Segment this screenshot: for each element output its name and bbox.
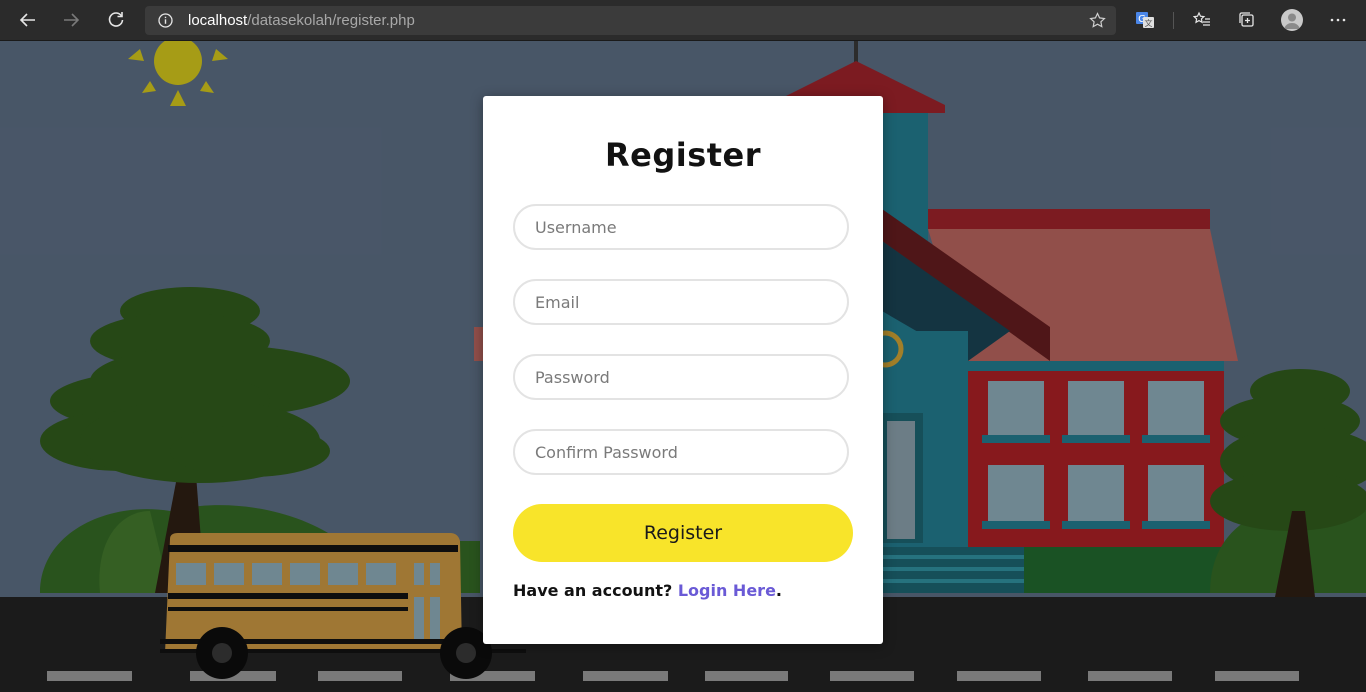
more-icon[interactable]	[1324, 6, 1352, 34]
login-prompt-text: Have an account?	[513, 581, 678, 600]
svg-text:文: 文	[1145, 18, 1153, 28]
email-input[interactable]	[513, 279, 849, 325]
toolbar-divider	[1173, 12, 1174, 29]
forward-icon[interactable]	[57, 6, 85, 34]
favorites-icon[interactable]	[1188, 6, 1216, 34]
login-prompt: Have an account? Login Here.	[513, 581, 782, 600]
username-input[interactable]	[513, 204, 849, 250]
translate-icon[interactable]: G文	[1131, 6, 1159, 34]
register-button[interactable]: Register	[513, 504, 853, 562]
confirm-password-input[interactable]	[513, 429, 849, 475]
page-title: Register	[604, 136, 762, 174]
url-path: /datasekolah/register.php	[247, 12, 415, 29]
url-host: localhost	[188, 12, 248, 29]
address-bar[interactable]: localhost/datasekolah/register.php	[145, 6, 1116, 35]
collections-icon[interactable]	[1233, 6, 1261, 34]
login-link[interactable]: Login Here	[678, 581, 776, 600]
register-card: Register Register Have an account? Login…	[483, 96, 883, 644]
url-text[interactable]: localhost/datasekolah/register.php	[188, 12, 415, 29]
refresh-icon[interactable]	[102, 6, 130, 34]
avatar[interactable]	[1281, 9, 1303, 31]
browser-toolbar: localhost/datasekolah/register.php G文	[0, 0, 1366, 41]
back-icon[interactable]	[14, 6, 42, 34]
star-icon[interactable]	[1089, 12, 1106, 33]
info-icon[interactable]	[158, 13, 173, 32]
login-prompt-end: .	[775, 581, 782, 600]
password-input[interactable]	[513, 354, 849, 400]
